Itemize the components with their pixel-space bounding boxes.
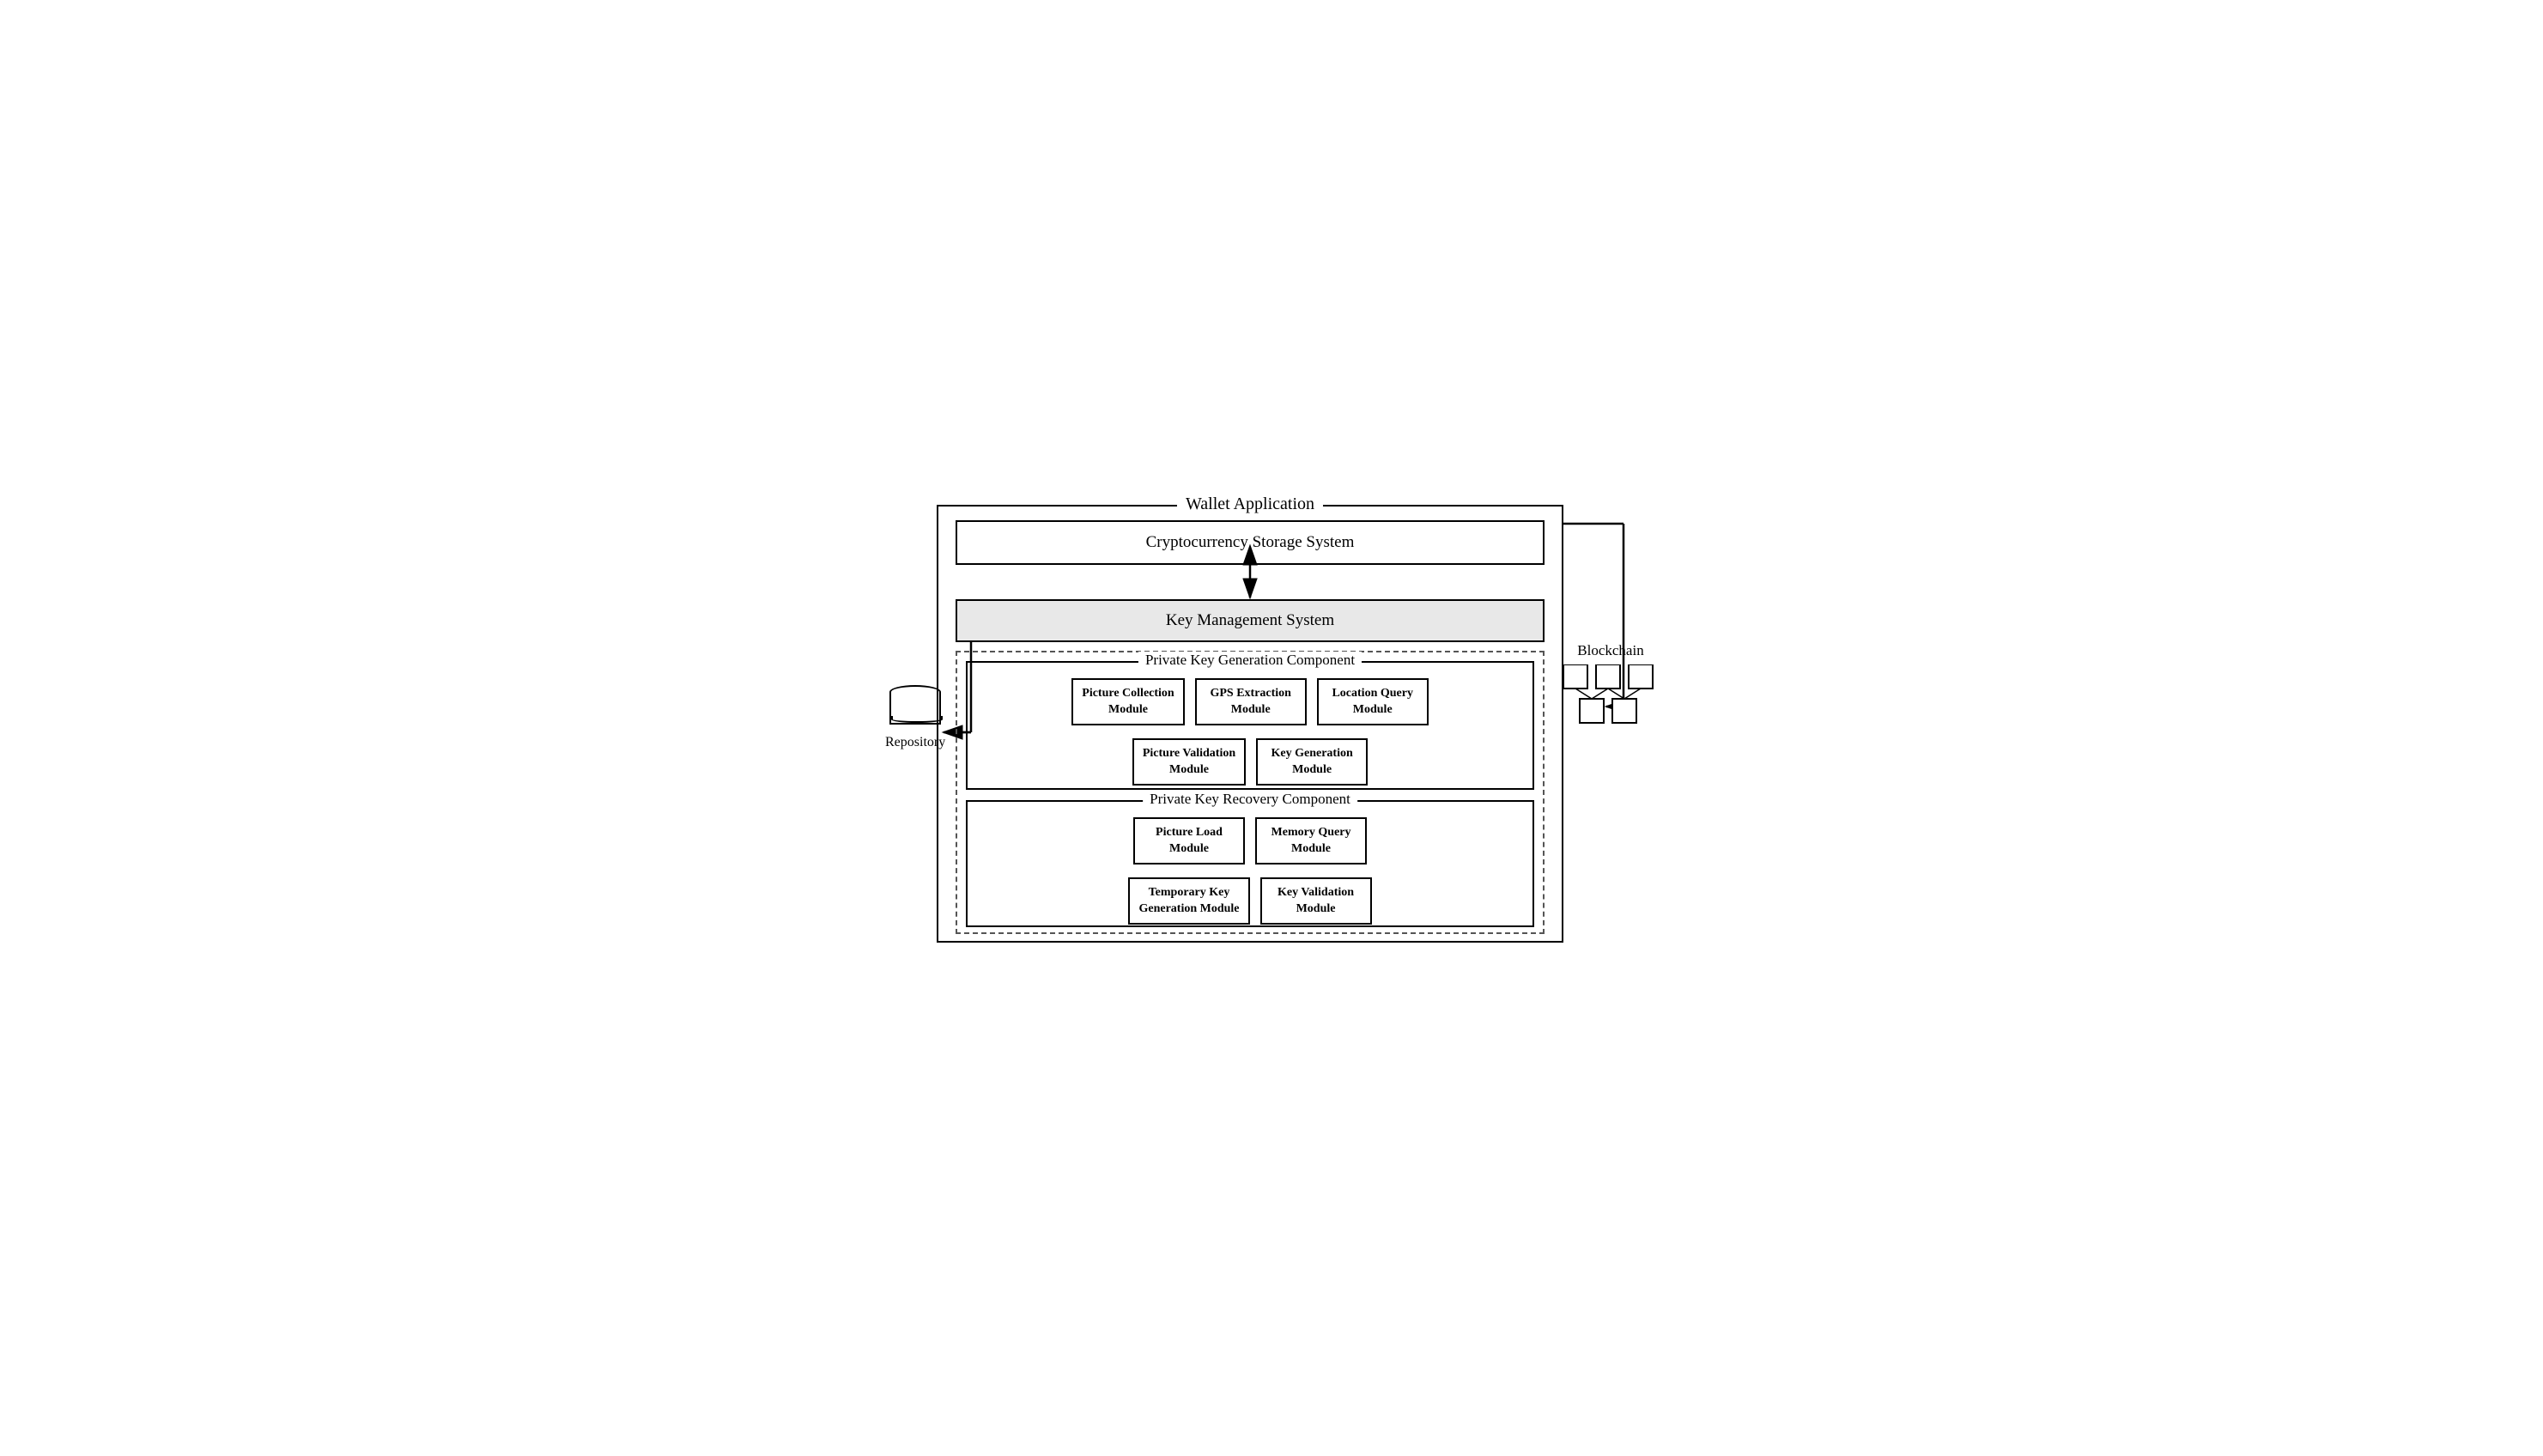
location-query-module: Location Query Module	[1317, 678, 1429, 725]
css-label: Cryptocurrency Storage System	[1146, 533, 1355, 552]
pkrc-row1: Picture Load Module Memory Query Module	[976, 817, 1524, 864]
dashed-outer-box: Private Key Generation Component Picture…	[956, 651, 1545, 934]
blockchain-label: Blockchain	[1577, 642, 1643, 659]
cylinder-body	[889, 692, 941, 725]
cylinder-bottom-cap	[891, 716, 943, 723]
pkrc-row2: Temporary Key Generation Module Key Vali…	[976, 877, 1524, 925]
blockchain: Blockchain	[1563, 642, 1658, 742]
memory-query-module: Memory Query Module	[1255, 817, 1367, 864]
kms-label: Key Management System	[1166, 611, 1334, 630]
key-generation-module: Key Generation Module	[1256, 738, 1368, 786]
diagram-container: Repository Blockchain Wallet Application…	[885, 488, 1658, 968]
pkgc-row1: Picture Collection Module GPS Extraction…	[976, 678, 1524, 725]
pkrc-label: Private Key Recovery Component	[1143, 791, 1357, 808]
key-validation-module: Key Validation Module	[1260, 877, 1372, 925]
pkgc-box: Private Key Generation Component Picture…	[966, 661, 1534, 790]
pkgc-label: Private Key Generation Component	[1138, 652, 1362, 669]
temporary-key-gen-module: Temporary Key Generation Module	[1128, 877, 1249, 925]
picture-collection-module: Picture Collection Module	[1071, 678, 1184, 725]
picture-load-module: Picture Load Module	[1133, 817, 1245, 864]
gps-extraction-module: GPS Extraction Module	[1195, 678, 1307, 725]
wallet-app-title: Wallet Application	[1177, 494, 1323, 514]
picture-validation-module: Picture Validation Module	[1132, 738, 1246, 786]
css-box: Cryptocurrency Storage System	[956, 520, 1545, 565]
kms-box: Key Management System	[956, 599, 1545, 642]
wallet-app-box: Wallet Application Cryptocurrency Storag…	[937, 505, 1563, 943]
pkrc-box: Private Key Recovery Component Picture L…	[966, 800, 1534, 927]
pkgc-row2: Picture Validation Module Key Generation…	[976, 738, 1524, 786]
cylinder-icon	[889, 685, 941, 728]
blockchain-icon	[1563, 664, 1658, 742]
